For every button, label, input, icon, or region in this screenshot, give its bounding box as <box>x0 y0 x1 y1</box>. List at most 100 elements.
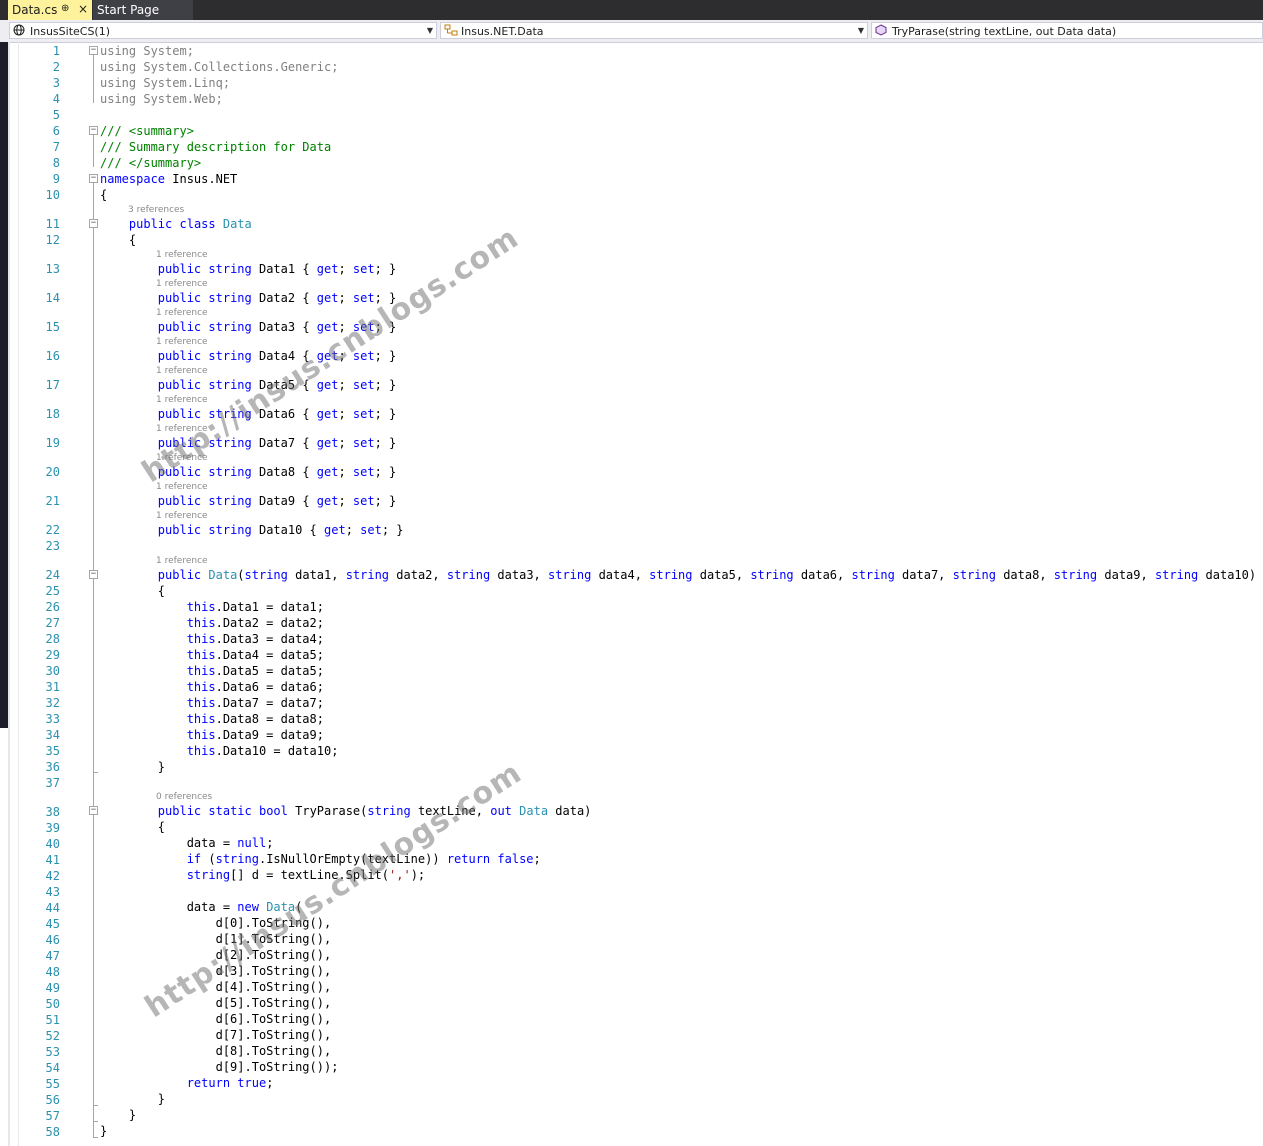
code-line[interactable]: } <box>100 1123 107 1139</box>
navigation-bar: InsusSiteCS(1) ▼ Insus.NET.Data ▼ TryPar… <box>0 20 1263 43</box>
line-number: 45 <box>45 917 60 931</box>
code-line[interactable]: public string Data9 { get; set; } <box>100 493 397 509</box>
code-line[interactable]: this.Data2 = data2; <box>100 615 324 631</box>
line-number: 53 <box>45 1045 60 1059</box>
code-line[interactable]: public string Data1 { get; set; } <box>100 261 397 277</box>
code-line[interactable]: this.Data5 = data5; <box>100 663 324 679</box>
method-icon <box>875 24 887 39</box>
code-line[interactable]: return true; <box>100 1075 274 1091</box>
code-line[interactable]: this.Data6 = data6; <box>100 679 324 695</box>
tab-data-cs[interactable]: Data.cs ⊕ × <box>8 0 92 20</box>
code-line[interactable]: } <box>100 1091 165 1107</box>
member-dropdown[interactable]: TryParase(string textLine, out Data data… <box>871 22 1263 39</box>
code-line[interactable]: this.Data10 = data10; <box>100 743 339 759</box>
code-line[interactable]: } <box>100 1107 136 1123</box>
collapse-icon[interactable]: − <box>89 126 98 135</box>
tab-start-page[interactable]: Start Page <box>93 0 193 20</box>
codelens-references[interactable]: 1 reference <box>156 510 208 522</box>
indicator-margin <box>8 42 10 1146</box>
code-line[interactable]: this.Data3 = data4; <box>100 631 324 647</box>
code-line[interactable]: public static bool TryParase(string text… <box>100 803 592 819</box>
line-number: 58 <box>45 1125 60 1139</box>
document-tab-bar: Data.cs ⊕ × Start Page <box>0 0 1263 20</box>
collapse-icon[interactable]: − <box>89 806 98 815</box>
code-line[interactable]: d[8].ToString(), <box>100 1043 332 1059</box>
line-number: 36 <box>45 760 60 774</box>
code-line[interactable]: d[5].ToString(), <box>100 995 332 1011</box>
codelens-references[interactable]: 1 reference <box>156 555 208 567</box>
code-line[interactable]: /// Summary description for Data <box>100 139 331 155</box>
line-number: 57 <box>45 1109 60 1123</box>
line-number: 23 <box>45 539 60 553</box>
line-number: 6 <box>52 124 60 138</box>
line-number: 51 <box>45 1013 60 1027</box>
line-number: 47 <box>45 949 60 963</box>
line-number: 43 <box>45 885 60 899</box>
code-line[interactable]: d[9].ToString()); <box>100 1059 339 1075</box>
codelens-references[interactable]: 1 reference <box>156 365 208 377</box>
line-number: 54 <box>45 1061 60 1075</box>
line-number: 35 <box>45 744 60 758</box>
code-line[interactable]: this.Data7 = data7; <box>100 695 324 711</box>
line-number: 7 <box>52 140 60 154</box>
line-number: 32 <box>45 696 60 710</box>
collapse-icon[interactable]: − <box>89 46 98 55</box>
codelens-references[interactable]: 1 reference <box>156 336 208 348</box>
project-dropdown[interactable]: InsusSiteCS(1) ▼ <box>9 22 437 39</box>
codelens-references[interactable]: 0 references <box>156 791 212 803</box>
codelens-references[interactable]: 3 references <box>128 204 184 216</box>
code-line[interactable]: { <box>100 819 165 835</box>
line-number: 11 <box>45 217 60 231</box>
outline-guide <box>93 579 94 772</box>
code-line[interactable]: /// <summary> <box>100 123 194 139</box>
code-line[interactable]: d[6].ToString(), <box>100 1011 332 1027</box>
line-number: 34 <box>45 728 60 742</box>
code-line[interactable]: d[7].ToString(), <box>100 1027 332 1043</box>
line-number: 26 <box>45 600 60 614</box>
collapse-icon[interactable]: − <box>89 219 98 228</box>
line-number: 2 <box>52 60 60 74</box>
code-line[interactable]: { <box>100 232 136 248</box>
line-number: 10 <box>45 188 60 202</box>
codelens-references[interactable]: 1 reference <box>156 278 208 290</box>
codelens-references[interactable]: 1 reference <box>156 249 208 261</box>
line-number: 29 <box>45 648 60 662</box>
code-line[interactable]: this.Data1 = data1; <box>100 599 324 615</box>
close-icon[interactable]: × <box>78 2 88 16</box>
code-line[interactable]: } <box>100 759 165 775</box>
code-line[interactable]: public string Data2 { get; set; } <box>100 290 397 306</box>
code-line[interactable]: data = null; <box>100 835 274 851</box>
code-line[interactable]: public Data(string data1, string data2, … <box>100 567 1256 583</box>
code-line[interactable]: this.Data8 = data8; <box>100 711 324 727</box>
pin-icon[interactable]: ⊕ <box>61 3 69 14</box>
code-line[interactable]: using System.Linq; <box>100 75 230 91</box>
line-number: 4 <box>52 92 60 106</box>
code-line[interactable]: public string Data10 { get; set; } <box>100 522 404 538</box>
collapse-icon[interactable]: − <box>89 174 98 183</box>
codelens-references[interactable]: 1 reference <box>156 307 208 319</box>
code-line[interactable]: public class Data <box>100 216 252 232</box>
line-number: 18 <box>45 407 60 421</box>
code-line[interactable]: /// </summary> <box>100 155 201 171</box>
outline-end <box>93 772 98 773</box>
collapse-icon[interactable]: − <box>89 570 98 579</box>
code-line[interactable]: using System.Web; <box>100 91 223 107</box>
codelens-references[interactable]: 1 reference <box>156 394 208 406</box>
line-number: 50 <box>45 997 60 1011</box>
line-number: 14 <box>45 291 60 305</box>
code-line[interactable]: using System; <box>100 43 194 59</box>
code-line[interactable]: if (string.IsNullOrEmpty(textLine)) retu… <box>100 851 541 867</box>
code-line[interactable]: namespace Insus.NET <box>100 171 237 187</box>
code-line[interactable]: { <box>100 583 165 599</box>
code-line[interactable]: { <box>100 187 107 203</box>
code-line[interactable]: this.Data9 = data9; <box>100 727 324 743</box>
type-dropdown[interactable]: Insus.NET.Data ▼ <box>440 22 868 39</box>
code-line[interactable]: public string Data7 { get; set; } <box>100 435 397 451</box>
code-line[interactable]: using System.Collections.Generic; <box>100 59 338 75</box>
line-number: 19 <box>45 436 60 450</box>
line-number: 25 <box>45 584 60 598</box>
tab-label: Data.cs <box>12 3 58 17</box>
outline-guide <box>93 55 94 103</box>
code-line[interactable]: this.Data4 = data5; <box>100 647 324 663</box>
chevron-down-icon: ▼ <box>426 26 433 35</box>
